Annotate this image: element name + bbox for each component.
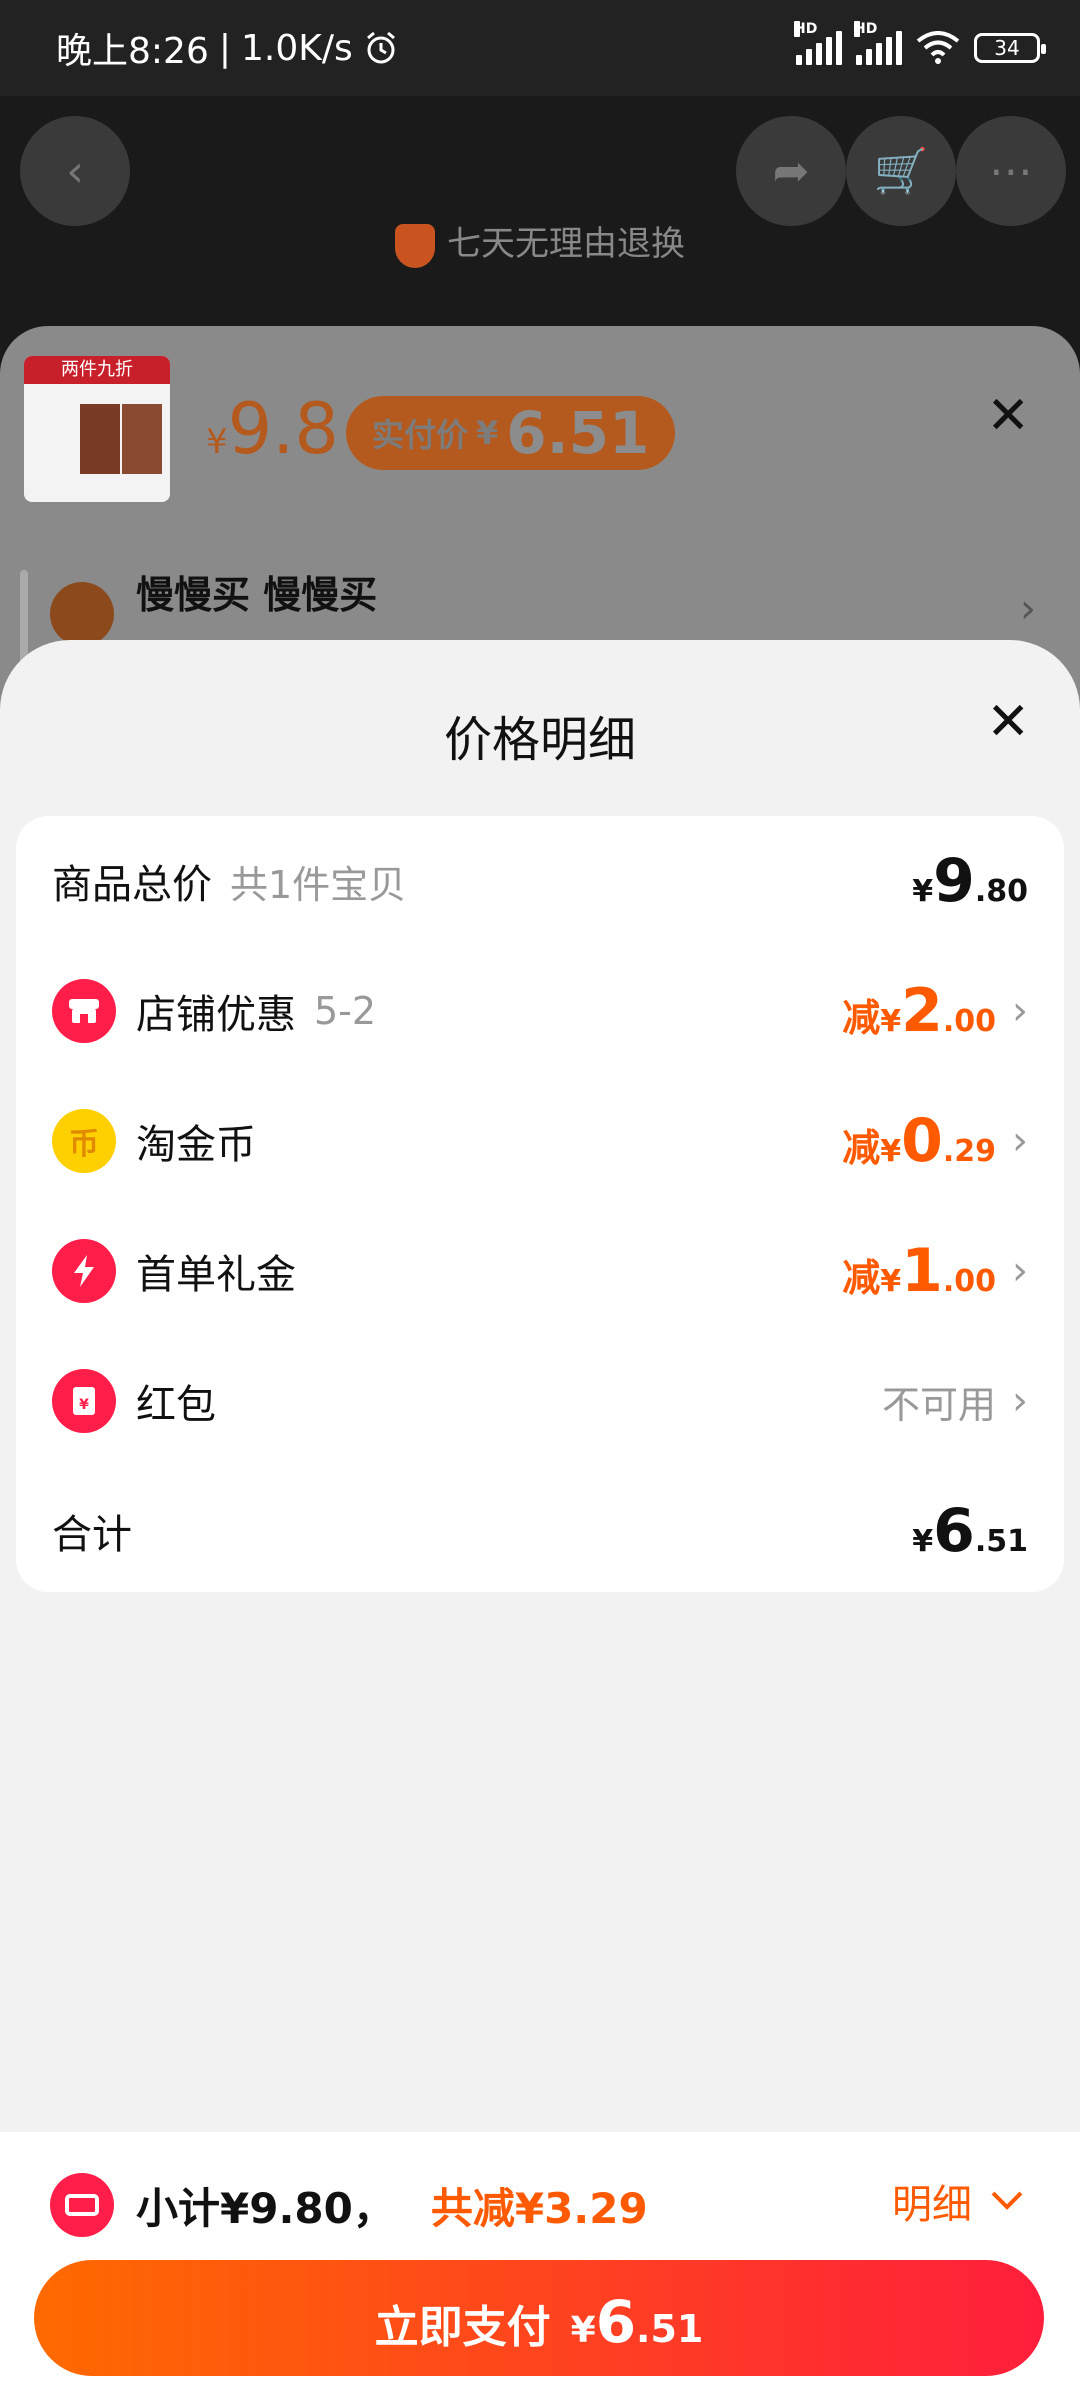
chevron-right-icon: › — [1012, 988, 1028, 1034]
tao-coins-value: 减 ¥ 0 .29 — [842, 1106, 996, 1176]
goods-total-count: 共1件宝贝 — [230, 862, 407, 907]
more-icon[interactable]: ⋯ — [956, 116, 1066, 226]
price-detail-title: 价格明细 — [443, 712, 636, 768]
lightning-icon — [52, 1239, 116, 1303]
store-icon — [52, 979, 116, 1043]
shield-icon — [395, 223, 435, 268]
price-detail-close-icon[interactable]: ✕ — [986, 692, 1030, 752]
red-packet-icon: ¥ — [52, 1369, 116, 1433]
chevron-right-icon: › — [1012, 1118, 1028, 1164]
alarm-icon — [366, 31, 395, 64]
product-thumbnail[interactable]: 两件九折 — [24, 356, 170, 502]
cell-signal-2-icon: HD — [854, 21, 902, 65]
row-store-discount[interactable]: 店铺优惠 5-2 减 ¥ 2 .00 › — [16, 946, 1064, 1076]
first-order-gift-value: 减 ¥ 1 .00 — [842, 1236, 996, 1306]
address-name: 慢慢买 慢慢买 — [136, 573, 378, 617]
first-order-gift-label: 首单礼金 — [136, 1252, 296, 1298]
battery-level: 34 — [994, 36, 1020, 60]
detail-toggle-label: 明细 — [892, 2182, 972, 2228]
store-discount-rule: 5-2 — [314, 989, 377, 1033]
wifi-icon — [916, 31, 960, 64]
actual-price-value: 6.51 — [506, 399, 650, 467]
tao-coins-label: 淘金币 — [136, 1122, 256, 1168]
pay-yen: ¥ — [570, 2310, 596, 2351]
sku-price: ¥9.8 — [206, 388, 339, 470]
chevron-right-icon: › — [1012, 1378, 1028, 1424]
status-time: 晚上8:26 — [56, 31, 209, 72]
detail-toggle[interactable]: 明细 — [892, 2172, 1024, 2230]
sum-label: 合计 — [52, 1512, 132, 1558]
row-sum: 合计 ¥ 6 .51 — [16, 1466, 1064, 1596]
store-discount-label: 店铺优惠 — [136, 992, 296, 1038]
thumb-brick-2 — [122, 404, 162, 474]
row-tao-coins[interactable]: 币 淘金币 减 ¥ 0 .29 › — [16, 1076, 1064, 1206]
thumb-promo-band: 两件九折 — [24, 356, 170, 384]
price-detail-card: 商品总价 共1件宝贝 ¥ 9 .80 店铺优惠 5-2 减 ¥ 2 .00 › — [16, 816, 1064, 1592]
goods-total-label: 商品总价 — [52, 862, 212, 908]
status-speed: 1.0K/s — [240, 27, 353, 69]
coupon-icon — [50, 2173, 114, 2237]
cell-signal-icon: HD — [794, 21, 842, 65]
pay-int: 6 — [595, 2288, 637, 2356]
thumb-brick-1 — [80, 404, 120, 474]
chevron-down-icon — [991, 2191, 1023, 2210]
status-bar: 晚上8:26 | 1.0K/s HD HD 34 — [0, 0, 1080, 96]
actual-price-pill: 实付价 ¥ 6.51 — [346, 396, 676, 470]
coin-icon: 币 — [52, 1109, 116, 1173]
share-icon[interactable]: ➦ — [736, 116, 846, 226]
pay-dec: .51 — [636, 2307, 704, 2351]
discount-total-text: 共减¥3.29 — [430, 2183, 648, 2233]
sum-value: ¥ 6 .51 — [912, 1496, 1028, 1566]
subtotal-line: 小计¥9.80， 共减¥3.29 — [50, 2160, 648, 2250]
red-packet-label: 红包 — [136, 1382, 216, 1428]
row-first-order-gift[interactable]: 首单礼金 减 ¥ 1 .00 › — [16, 1206, 1064, 1336]
pay-now-label: 立即支付 — [374, 2302, 551, 2353]
return-policy-text: 七天无理由退换 — [447, 224, 685, 264]
cart-icon[interactable]: 🛒 — [846, 116, 956, 226]
bottom-bar: 小计¥9.80， 共减¥3.29 明细 立即支付 ¥ 6 .51 — [0, 2132, 1080, 2400]
sku-close-icon[interactable]: ✕ — [986, 386, 1030, 446]
chevron-right-icon: › — [1012, 1248, 1028, 1294]
sku-price-value: 9.8 — [227, 388, 339, 470]
row-goods-total: 商品总价 共1件宝贝 ¥ 9 .80 — [16, 816, 1064, 946]
back-icon[interactable]: ‹ — [20, 116, 130, 226]
battery-icon: 34 — [974, 33, 1046, 63]
subtotal-text: 小计¥9.80， — [136, 2183, 395, 2233]
store-discount-value: 减 ¥ 2 .00 — [842, 976, 996, 1046]
red-packet-status: 不可用 — [881, 1382, 996, 1427]
status-right: HD HD 34 — [794, 21, 1046, 65]
location-pin-icon — [50, 582, 114, 646]
status-divider: | — [218, 27, 231, 69]
return-policy-tag: 七天无理由退换 — [0, 216, 1080, 268]
actual-price-yen: ¥ — [476, 414, 499, 452]
address-chevron-icon: › — [1020, 586, 1036, 632]
svg-text:¥: ¥ — [79, 1397, 89, 1413]
status-left: 晚上8:26 | 1.0K/s — [56, 22, 399, 74]
sku-price-yen: ¥ — [206, 422, 228, 462]
row-red-packet[interactable]: ¥ 红包 不可用 › — [16, 1336, 1064, 1466]
pay-now-button[interactable]: 立即支付 ¥ 6 .51 — [34, 2260, 1044, 2376]
actual-price-label: 实付价 — [372, 416, 469, 454]
goods-total-value: ¥ 9 .80 — [912, 846, 1028, 916]
